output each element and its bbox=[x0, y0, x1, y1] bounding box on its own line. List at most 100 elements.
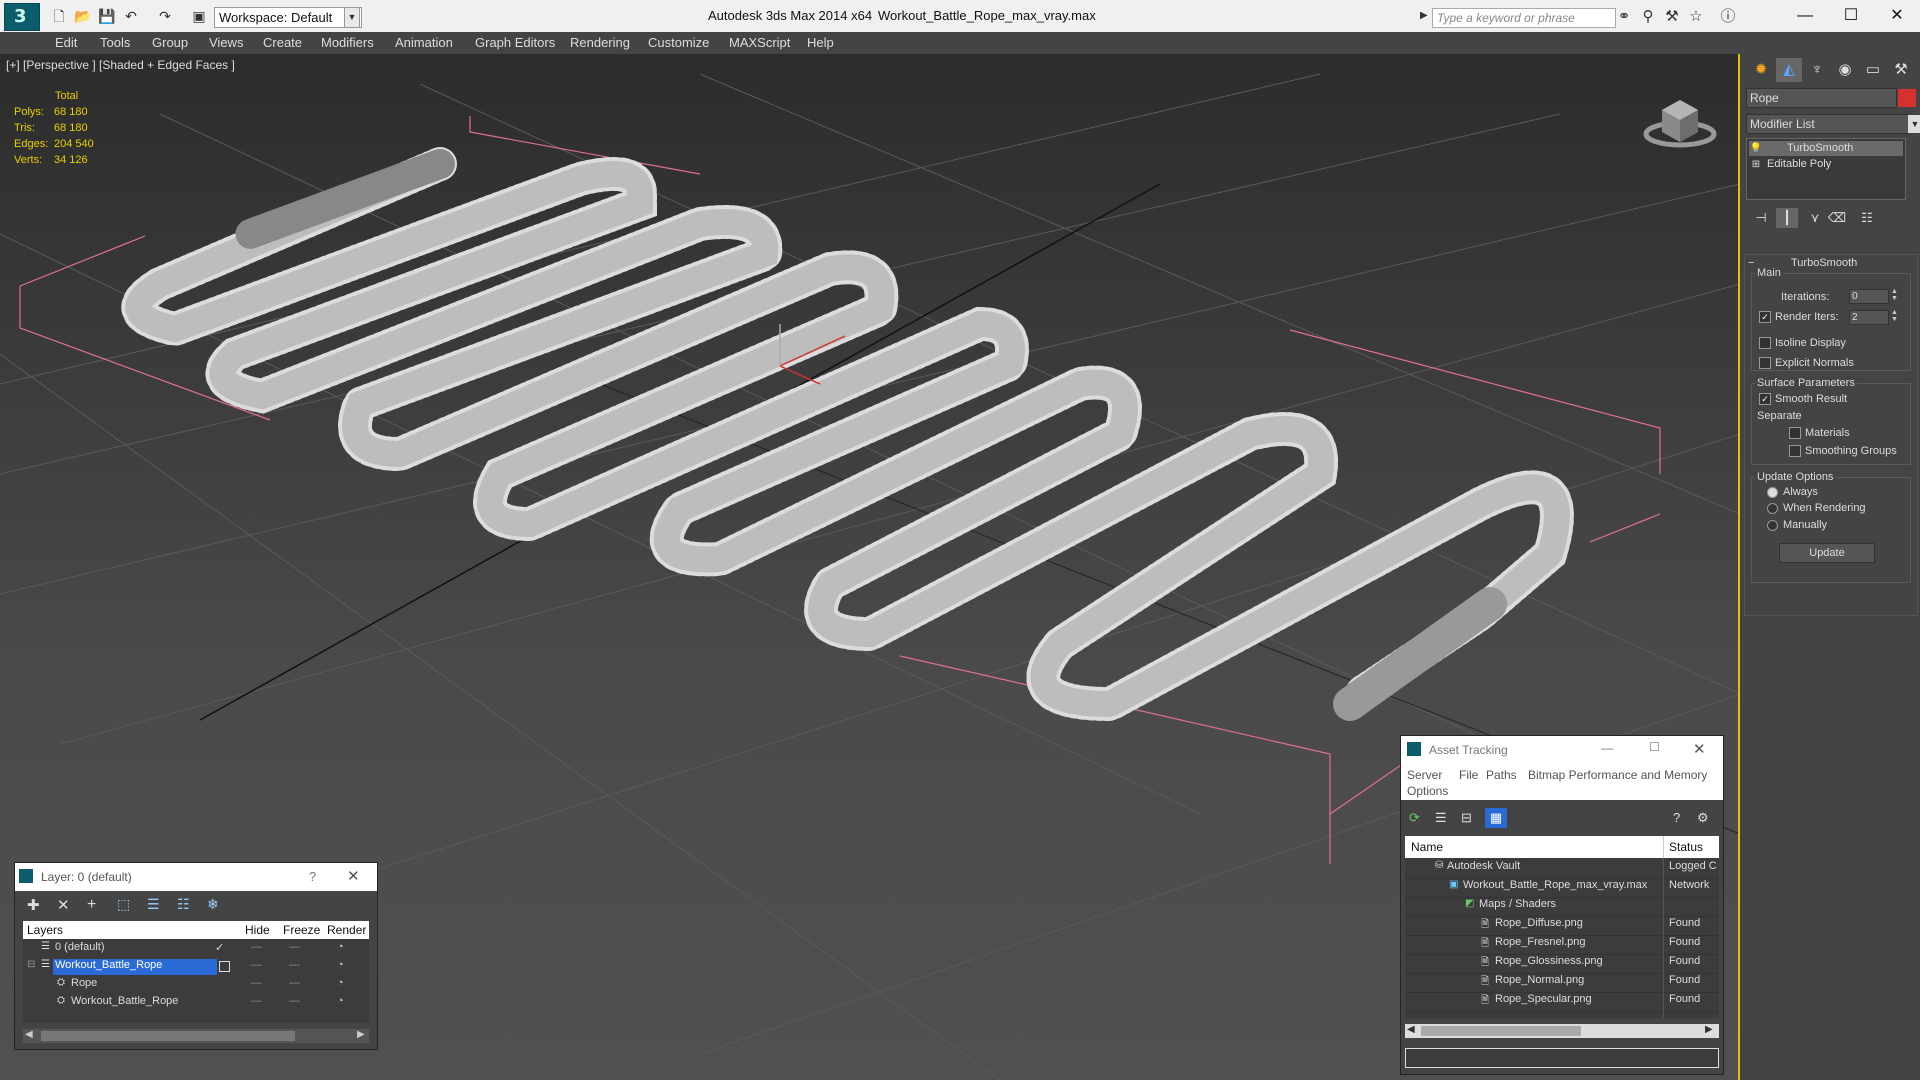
pin-stack-icon[interactable]: ⊣ bbox=[1750, 208, 1772, 228]
help-button[interactable]: ? bbox=[309, 869, 316, 884]
maximize-button[interactable]: ☐ bbox=[1649, 740, 1660, 754]
menu-server[interactable]: Server bbox=[1407, 768, 1442, 782]
menu-animation[interactable]: Animation bbox=[395, 35, 453, 50]
create-tab-icon[interactable]: ✹ bbox=[1748, 58, 1774, 82]
column-freeze[interactable]: Freeze bbox=[283, 923, 320, 937]
show-end-result-icon[interactable]: ┃ bbox=[1776, 208, 1798, 228]
menu-edit[interactable]: Edit bbox=[55, 35, 77, 50]
menu-customize[interactable]: Customize bbox=[648, 35, 709, 50]
favorites-star-icon[interactable]: ☆ bbox=[1686, 8, 1706, 26]
asset-row[interactable]: 🗎 Rope_Normal.png Found bbox=[1405, 974, 1719, 993]
asset-horizontal-scrollbar[interactable]: ◀ ▶ bbox=[1405, 1024, 1719, 1038]
lightbulb-icon[interactable]: 💡 bbox=[1749, 141, 1763, 156]
workspace-dropdown[interactable]: Workspace: Default ▼ bbox=[214, 7, 362, 28]
menu-help[interactable]: Help bbox=[807, 35, 834, 50]
freeze-all-icon[interactable]: ❄ bbox=[207, 896, 219, 913]
stack-item-editable-poly[interactable]: ⊞ Editable Poly bbox=[1749, 157, 1903, 172]
menu-graph-editors[interactable]: Graph Editors bbox=[475, 35, 555, 50]
spinner-arrows-icon[interactable]: ▲ ▼ bbox=[1891, 309, 1898, 323]
render-toggle-icon[interactable]: ◔ bbox=[337, 977, 344, 989]
remove-modifier-icon[interactable]: ⌫ bbox=[1826, 208, 1848, 228]
column-divider[interactable] bbox=[1663, 836, 1664, 858]
menu-maxscript[interactable]: MAXScript bbox=[729, 35, 790, 50]
column-layers[interactable]: Layers bbox=[27, 923, 63, 937]
layer-row[interactable]: ☰ 0 (default) ✓ — — ◔ bbox=[23, 941, 369, 957]
help-icon[interactable]: ? bbox=[1673, 810, 1680, 825]
freeze-toggle[interactable]: — bbox=[289, 959, 300, 971]
list-view-icon[interactable]: ☰ bbox=[1435, 810, 1447, 826]
active-layer-check-icon[interactable]: ✓ bbox=[215, 941, 224, 954]
render-iters-spinner[interactable]: 2 bbox=[1849, 310, 1889, 325]
set-active-box[interactable] bbox=[219, 961, 230, 972]
asset-row[interactable]: ▣ Workout_Battle_Rope_max_vray.max Netwo… bbox=[1405, 879, 1719, 898]
hide-toggle[interactable]: — bbox=[251, 977, 262, 989]
redo-icon[interactable]: ↷ bbox=[154, 6, 176, 26]
menu-views[interactable]: Views bbox=[209, 35, 243, 50]
horizontal-scrollbar[interactable]: ◀ ▶ bbox=[23, 1029, 369, 1043]
tree-view-icon[interactable]: ⊟ bbox=[1461, 810, 1472, 826]
asset-window-titlebar[interactable]: Asset Tracking — ☐ ✕ bbox=[1401, 736, 1723, 764]
close-button[interactable]: ✕ bbox=[347, 867, 360, 885]
scroll-left-icon[interactable]: ◀ bbox=[25, 1029, 33, 1040]
smooth-result-checkbox[interactable]: ✓ bbox=[1759, 393, 1771, 405]
menu-bitmap-performance[interactable]: Bitmap Performance and Memory bbox=[1528, 768, 1707, 782]
hide-toggle[interactable]: — bbox=[251, 995, 262, 1007]
scroll-right-icon[interactable]: ▶ bbox=[357, 1029, 365, 1040]
always-radio[interactable] bbox=[1767, 487, 1778, 498]
close-button[interactable]: ✕ bbox=[1693, 740, 1706, 758]
update-button[interactable]: Update bbox=[1779, 543, 1875, 563]
app-logo-icon[interactable]: 3 bbox=[4, 3, 40, 31]
render-toggle-icon[interactable]: ◔ bbox=[337, 941, 344, 953]
binoculars-icon[interactable]: ⚭ bbox=[1614, 8, 1634, 26]
menu-group[interactable]: Group bbox=[152, 35, 188, 50]
hide-toggle[interactable]: — bbox=[251, 959, 262, 971]
menu-rendering[interactable]: Rendering bbox=[570, 35, 630, 50]
asset-row[interactable]: 🗎 Rope_Diffuse.png Found bbox=[1405, 917, 1719, 936]
asset-row[interactable]: 🗎 Rope_Specular.png Found bbox=[1405, 993, 1719, 1012]
menu-create[interactable]: Create bbox=[263, 35, 302, 50]
make-unique-icon[interactable]: ⋎ bbox=[1804, 208, 1826, 228]
settings-icon[interactable]: ⚙ bbox=[1697, 810, 1709, 826]
communication-center-icon[interactable]: ⚲ bbox=[1638, 8, 1658, 26]
scroll-thumb[interactable] bbox=[41, 1031, 295, 1041]
freeze-toggle[interactable]: — bbox=[289, 977, 300, 989]
materials-checkbox[interactable] bbox=[1789, 427, 1801, 439]
column-status[interactable]: Status bbox=[1669, 840, 1703, 854]
menu-options[interactable]: Options bbox=[1407, 784, 1448, 798]
search-input[interactable]: Type a keyword or phrase bbox=[1432, 8, 1616, 28]
scroll-right-icon[interactable]: ▶ bbox=[1705, 1024, 1713, 1035]
minimize-button[interactable]: — bbox=[1601, 741, 1613, 755]
menu-tools[interactable]: Tools bbox=[100, 35, 130, 50]
display-tab-icon[interactable]: ▭ bbox=[1860, 58, 1886, 82]
column-name[interactable]: Name bbox=[1411, 840, 1443, 854]
smoothing-groups-checkbox[interactable] bbox=[1789, 445, 1801, 457]
freeze-toggle[interactable]: — bbox=[289, 995, 300, 1007]
undo-icon[interactable]: ↶ bbox=[120, 6, 142, 26]
search-expand-icon[interactable]: ▶ bbox=[1420, 10, 1428, 21]
render-toggle-icon[interactable]: ◔ bbox=[337, 995, 344, 1007]
menu-paths[interactable]: Paths bbox=[1486, 768, 1517, 782]
maximize-button[interactable]: ☐ bbox=[1828, 2, 1874, 30]
freeze-toggle[interactable]: — bbox=[289, 941, 300, 953]
rollout-title[interactable]: TurboSmooth bbox=[1791, 257, 1857, 269]
layer-row[interactable]: ⛭ Rope — — ◔ bbox=[23, 977, 369, 993]
rollout-collapse-icon[interactable]: − bbox=[1748, 257, 1754, 269]
utilities-tab-icon[interactable]: ⚒ bbox=[1888, 58, 1914, 82]
table-view-icon[interactable]: ▦ bbox=[1485, 808, 1507, 828]
save-icon[interactable]: 💾 bbox=[96, 6, 118, 26]
project-folder-icon[interactable]: ▣ bbox=[188, 6, 210, 26]
hide-all-icon[interactable]: ☷ bbox=[177, 896, 190, 913]
create-layer-icon[interactable]: ✚ bbox=[27, 896, 40, 914]
subscription-icon[interactable]: ⚒ bbox=[1662, 8, 1682, 26]
hierarchy-tab-icon[interactable]: ♆ bbox=[1804, 58, 1830, 82]
help-icon[interactable]: ⓘ bbox=[1718, 8, 1738, 26]
isoline-display-checkbox[interactable] bbox=[1759, 337, 1771, 349]
open-file-icon[interactable]: 📂 bbox=[72, 6, 94, 26]
refresh-icon[interactable]: ⟳ bbox=[1409, 810, 1420, 826]
render-iters-checkbox[interactable]: ✓ bbox=[1759, 311, 1771, 323]
expand-plus-icon[interactable]: ⊞ bbox=[1749, 157, 1763, 172]
object-color-swatch[interactable] bbox=[1898, 89, 1916, 107]
menu-modifiers[interactable]: Modifiers bbox=[321, 35, 374, 50]
asset-row[interactable]: 🗎 Rope_Fresnel.png Found bbox=[1405, 936, 1719, 955]
layer-row[interactable]: ⛭ Workout_Battle_Rope — — ◔ bbox=[23, 995, 369, 1011]
